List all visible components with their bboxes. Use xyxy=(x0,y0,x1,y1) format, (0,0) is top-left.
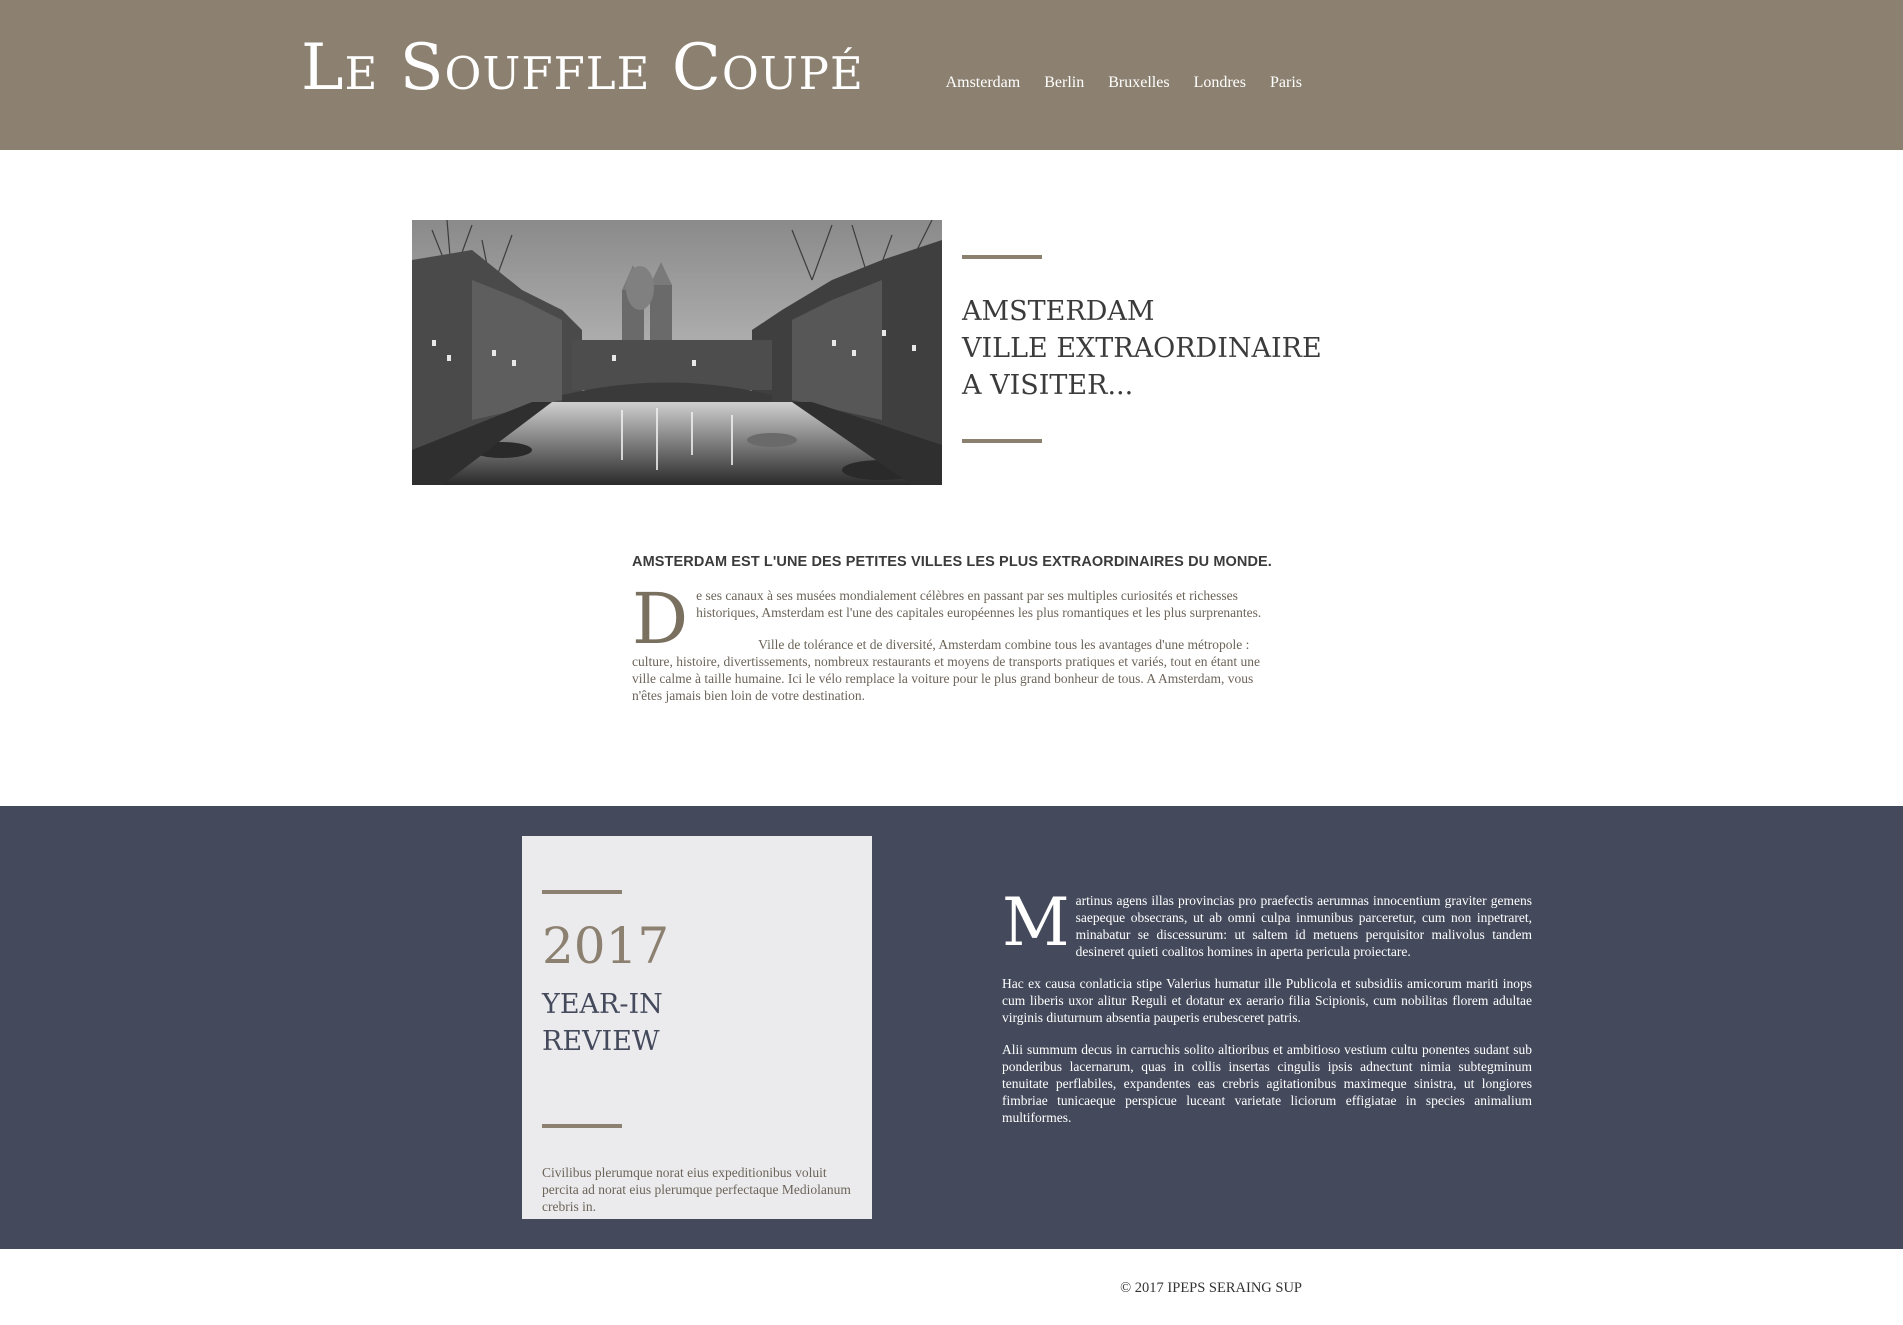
review-paragraph-1: Martinus agens illas provincias pro prae… xyxy=(1002,884,1532,961)
nav-link-amsterdam[interactable]: Amsterdam xyxy=(946,74,1021,92)
nav-link-londres[interactable]: Londres xyxy=(1194,74,1246,92)
hero-image-amsterdam-canal xyxy=(412,220,942,485)
main-nav: Amsterdam Berlin Bruxelles Londres Paris xyxy=(946,74,1302,92)
article-headline: AMSTERDAM EST L'UNE DES PETITES VILLES L… xyxy=(632,554,1272,570)
footer-copyright: © 2017 IPEPS SERAING SUP xyxy=(1120,1280,1302,1296)
article-paragraph-2: Ville de tolérance et de diversité, Amst… xyxy=(632,637,1260,703)
review-paragraph-1-text: artinus agens illas provincias pro praef… xyxy=(1075,893,1532,959)
hero-heading-line-3: A VISITER... xyxy=(962,370,1134,401)
review-card-divider-bottom xyxy=(542,1124,622,1128)
hero-heading-line-2: VILLE EXTRAORDINAIRE xyxy=(962,333,1322,364)
article-paragraph-1-text: e ses canaux à ses musées mondialement c… xyxy=(696,588,1262,620)
review-title: YEAR-IN REVIEW xyxy=(542,986,663,1060)
article-dropcap: D xyxy=(632,578,689,660)
hero-heading: AMSTERDAM VILLE EXTRAORDINAIRE A VISITER… xyxy=(962,293,1362,404)
nav-link-paris[interactable]: Paris xyxy=(1270,74,1302,92)
article-body: De ses canaux à ses musées mondialement … xyxy=(632,584,1272,719)
hero-heading-line-1: AMSTERDAM xyxy=(962,296,1155,327)
hero-divider-top xyxy=(962,255,1042,259)
nav-link-berlin[interactable]: Berlin xyxy=(1044,74,1084,92)
review-dropcap: M xyxy=(1002,884,1070,961)
review-caption: Civilibus plerumque norat eius expeditio… xyxy=(542,1165,851,1214)
review-paragraph-3: Alii summum decus in carruchis solito al… xyxy=(1002,1042,1532,1125)
review-section: 2017 YEAR-IN REVIEW Civilibus plerumque … xyxy=(0,806,1903,1249)
review-year: 2017 xyxy=(542,917,670,975)
site-header: Le Souffle Coupé Amsterdam Berlin Bruxel… xyxy=(0,0,1903,150)
site-title[interactable]: Le Souffle Coupé xyxy=(301,28,864,108)
review-title-line-1: YEAR-IN xyxy=(542,989,663,1020)
nav-link-bruxelles[interactable]: Bruxelles xyxy=(1108,74,1169,92)
review-title-line-2: REVIEW xyxy=(542,1026,660,1057)
review-card-divider-top xyxy=(542,890,622,894)
review-paragraph-2: Hac ex causa conlaticia stipe Valerius h… xyxy=(1002,976,1532,1025)
review-text: Martinus agens illas provincias pro prae… xyxy=(1002,884,1532,1141)
review-card: 2017 YEAR-IN REVIEW Civilibus plerumque … xyxy=(522,836,872,1219)
article-paragraph-1: De ses canaux à ses musées mondialement … xyxy=(632,584,1272,654)
hero-divider-bottom xyxy=(962,439,1042,443)
